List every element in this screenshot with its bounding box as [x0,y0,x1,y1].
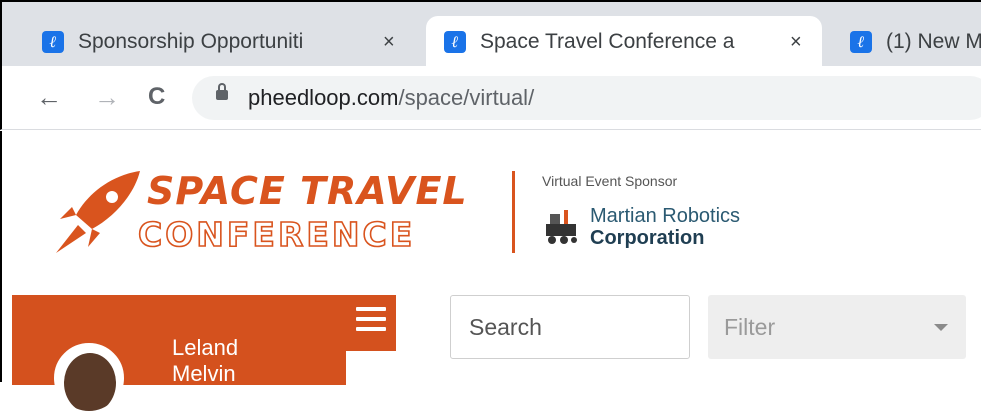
search-field[interactable] [450,295,690,359]
url-host: pheedloop.com [248,85,399,110]
menu-icon[interactable] [356,307,386,337]
page-content: SPACE TRAVEL CONFERENCE Virtual Event Sp… [0,131,981,413]
search-input[interactable] [467,313,671,342]
user-name-line2: Melvin [172,361,236,386]
rocket-icon [56,171,140,253]
tab-title: Sponsorship Opportuniti [78,30,304,53]
lock-icon[interactable] [216,83,228,100]
logo-title-line1: SPACE TRAVEL [147,169,468,213]
user-name-line1: Leland [172,335,239,360]
filter-select[interactable]: Filter [708,295,966,359]
back-arrow-icon[interactable]: ← [36,80,62,114]
close-icon[interactable]: × [790,31,802,54]
close-icon[interactable]: × [383,31,395,54]
pheedloop-favicon-icon: ℓ [42,31,64,53]
address-bar[interactable]: pheedloop.com/space/virtual/ [192,76,981,120]
tab-space-travel[interactable]: ℓ Space Travel Conference a × [426,16,822,68]
tab-sponsorship[interactable]: ℓ Sponsorship Opportuniti × [42,16,422,68]
user-name[interactable]: Leland Melvin [172,335,238,387]
sponsor-name-line2: Corporation [590,227,705,249]
tab-title: Space Travel Conference a [480,30,735,53]
url-text[interactable]: pheedloop.com/space/virtual/ [248,85,534,111]
pheedloop-favicon-icon: ℓ [444,31,466,53]
tab-strip: ℓ Sponsorship Opportuniti × ℓ Space Trav… [0,0,981,68]
sponsor-label: Virtual Event Sponsor [542,173,678,189]
sidebar: Leland Melvin [12,295,396,413]
url-path: /space/virtual/ [398,85,535,110]
logo-title-line2: CONFERENCE [137,214,416,255]
pheedloop-favicon-icon: ℓ [850,31,872,53]
reload-icon[interactable]: C [148,80,165,114]
sidebar-panel-edge [346,351,396,391]
chevron-down-icon [934,324,948,331]
browser-toolbar: ← → C pheedloop.com/space/virtual/ [0,66,981,130]
browser-window: ℓ Sponsorship Opportuniti × ℓ Space Trav… [0,0,981,413]
tab-title: (1) New M [886,30,981,53]
sponsor-name-line1: Martian Robotics [590,205,741,227]
forward-arrow-icon[interactable]: → [94,80,120,114]
header-divider [512,171,515,253]
tab-new-message[interactable]: ℓ (1) New M [850,16,981,68]
filter-label: Filter [724,314,776,340]
robot-train-icon [546,210,577,244]
avatar[interactable] [54,343,124,413]
